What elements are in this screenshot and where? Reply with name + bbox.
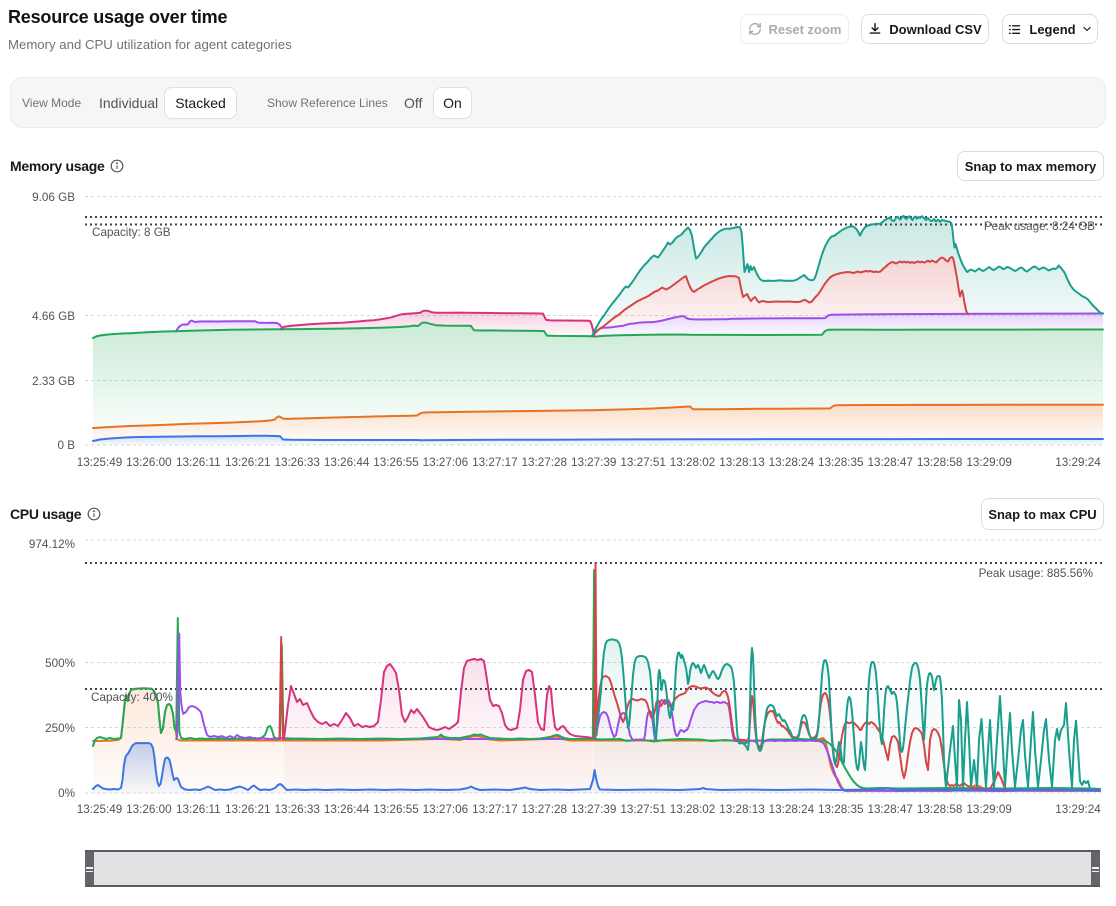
svg-text:9.06 GB: 9.06 GB — [32, 191, 75, 204]
svg-text:13:26:33: 13:26:33 — [274, 456, 320, 469]
svg-text:13:28:47: 13:28:47 — [867, 456, 913, 469]
svg-text:2.33 GB: 2.33 GB — [32, 375, 75, 388]
svg-text:13:28:24: 13:28:24 — [769, 456, 815, 469]
svg-text:13:26:44: 13:26:44 — [324, 456, 370, 469]
svg-text:13:26:55: 13:26:55 — [373, 803, 419, 816]
svg-text:974.12%: 974.12% — [29, 538, 75, 551]
svg-text:13:29:09: 13:29:09 — [966, 456, 1012, 469]
svg-text:13:27:28: 13:27:28 — [522, 803, 568, 816]
svg-text:13:26:00: 13:26:00 — [126, 456, 172, 469]
svg-text:13:28:47: 13:28:47 — [867, 803, 913, 816]
svg-text:250%: 250% — [45, 722, 75, 735]
svg-text:13:26:44: 13:26:44 — [324, 803, 370, 816]
svg-text:13:26:11: 13:26:11 — [176, 803, 221, 816]
svg-text:13:25:49: 13:25:49 — [77, 803, 123, 816]
svg-text:4.66 GB: 4.66 GB — [32, 310, 75, 323]
svg-text:13:27:39: 13:27:39 — [571, 803, 617, 816]
svg-text:13:28:58: 13:28:58 — [917, 456, 963, 469]
svg-text:13:26:55: 13:26:55 — [373, 456, 419, 469]
svg-text:13:27:06: 13:27:06 — [423, 803, 469, 816]
svg-text:13:25:49: 13:25:49 — [77, 456, 123, 469]
svg-text:Peak usage: 885.56%: Peak usage: 885.56% — [979, 567, 1093, 580]
svg-text:13:27:39: 13:27:39 — [571, 456, 617, 469]
svg-text:13:27:17: 13:27:17 — [472, 803, 518, 816]
svg-text:13:28:35: 13:28:35 — [818, 803, 864, 816]
svg-text:13:28:13: 13:28:13 — [719, 456, 765, 469]
svg-text:13:27:28: 13:27:28 — [522, 456, 568, 469]
svg-text:13:26:21: 13:26:21 — [225, 456, 271, 469]
svg-text:13:26:21: 13:26:21 — [225, 803, 271, 816]
svg-text:13:27:17: 13:27:17 — [472, 456, 518, 469]
svg-text:13:26:00: 13:26:00 — [126, 803, 172, 816]
svg-text:500%: 500% — [45, 657, 75, 670]
svg-text:0%: 0% — [58, 787, 75, 800]
svg-text:13:28:35: 13:28:35 — [818, 456, 864, 469]
svg-text:13:27:51: 13:27:51 — [620, 803, 666, 816]
svg-text:13:28:02: 13:28:02 — [670, 803, 716, 816]
svg-text:Capacity: 400%: Capacity: 400% — [91, 691, 173, 704]
svg-text:13:28:02: 13:28:02 — [670, 456, 716, 469]
svg-text:13:28:24: 13:28:24 — [769, 803, 815, 816]
svg-text:13:29:24: 13:29:24 — [1055, 803, 1101, 816]
svg-text:Capacity: 8 GB: Capacity: 8 GB — [92, 226, 171, 239]
svg-text:13:29:09: 13:29:09 — [966, 803, 1012, 816]
svg-text:13:26:33: 13:26:33 — [274, 803, 320, 816]
svg-text:13:27:06: 13:27:06 — [423, 456, 469, 469]
svg-text:13:26:11: 13:26:11 — [176, 456, 221, 469]
svg-text:0 B: 0 B — [57, 439, 75, 452]
svg-text:13:29:24: 13:29:24 — [1055, 456, 1101, 469]
svg-text:13:27:51: 13:27:51 — [620, 456, 666, 469]
svg-text:13:28:13: 13:28:13 — [719, 803, 765, 816]
svg-text:Peak usage: 8.24 GB: Peak usage: 8.24 GB — [984, 220, 1095, 233]
svg-text:13:28:58: 13:28:58 — [917, 803, 963, 816]
